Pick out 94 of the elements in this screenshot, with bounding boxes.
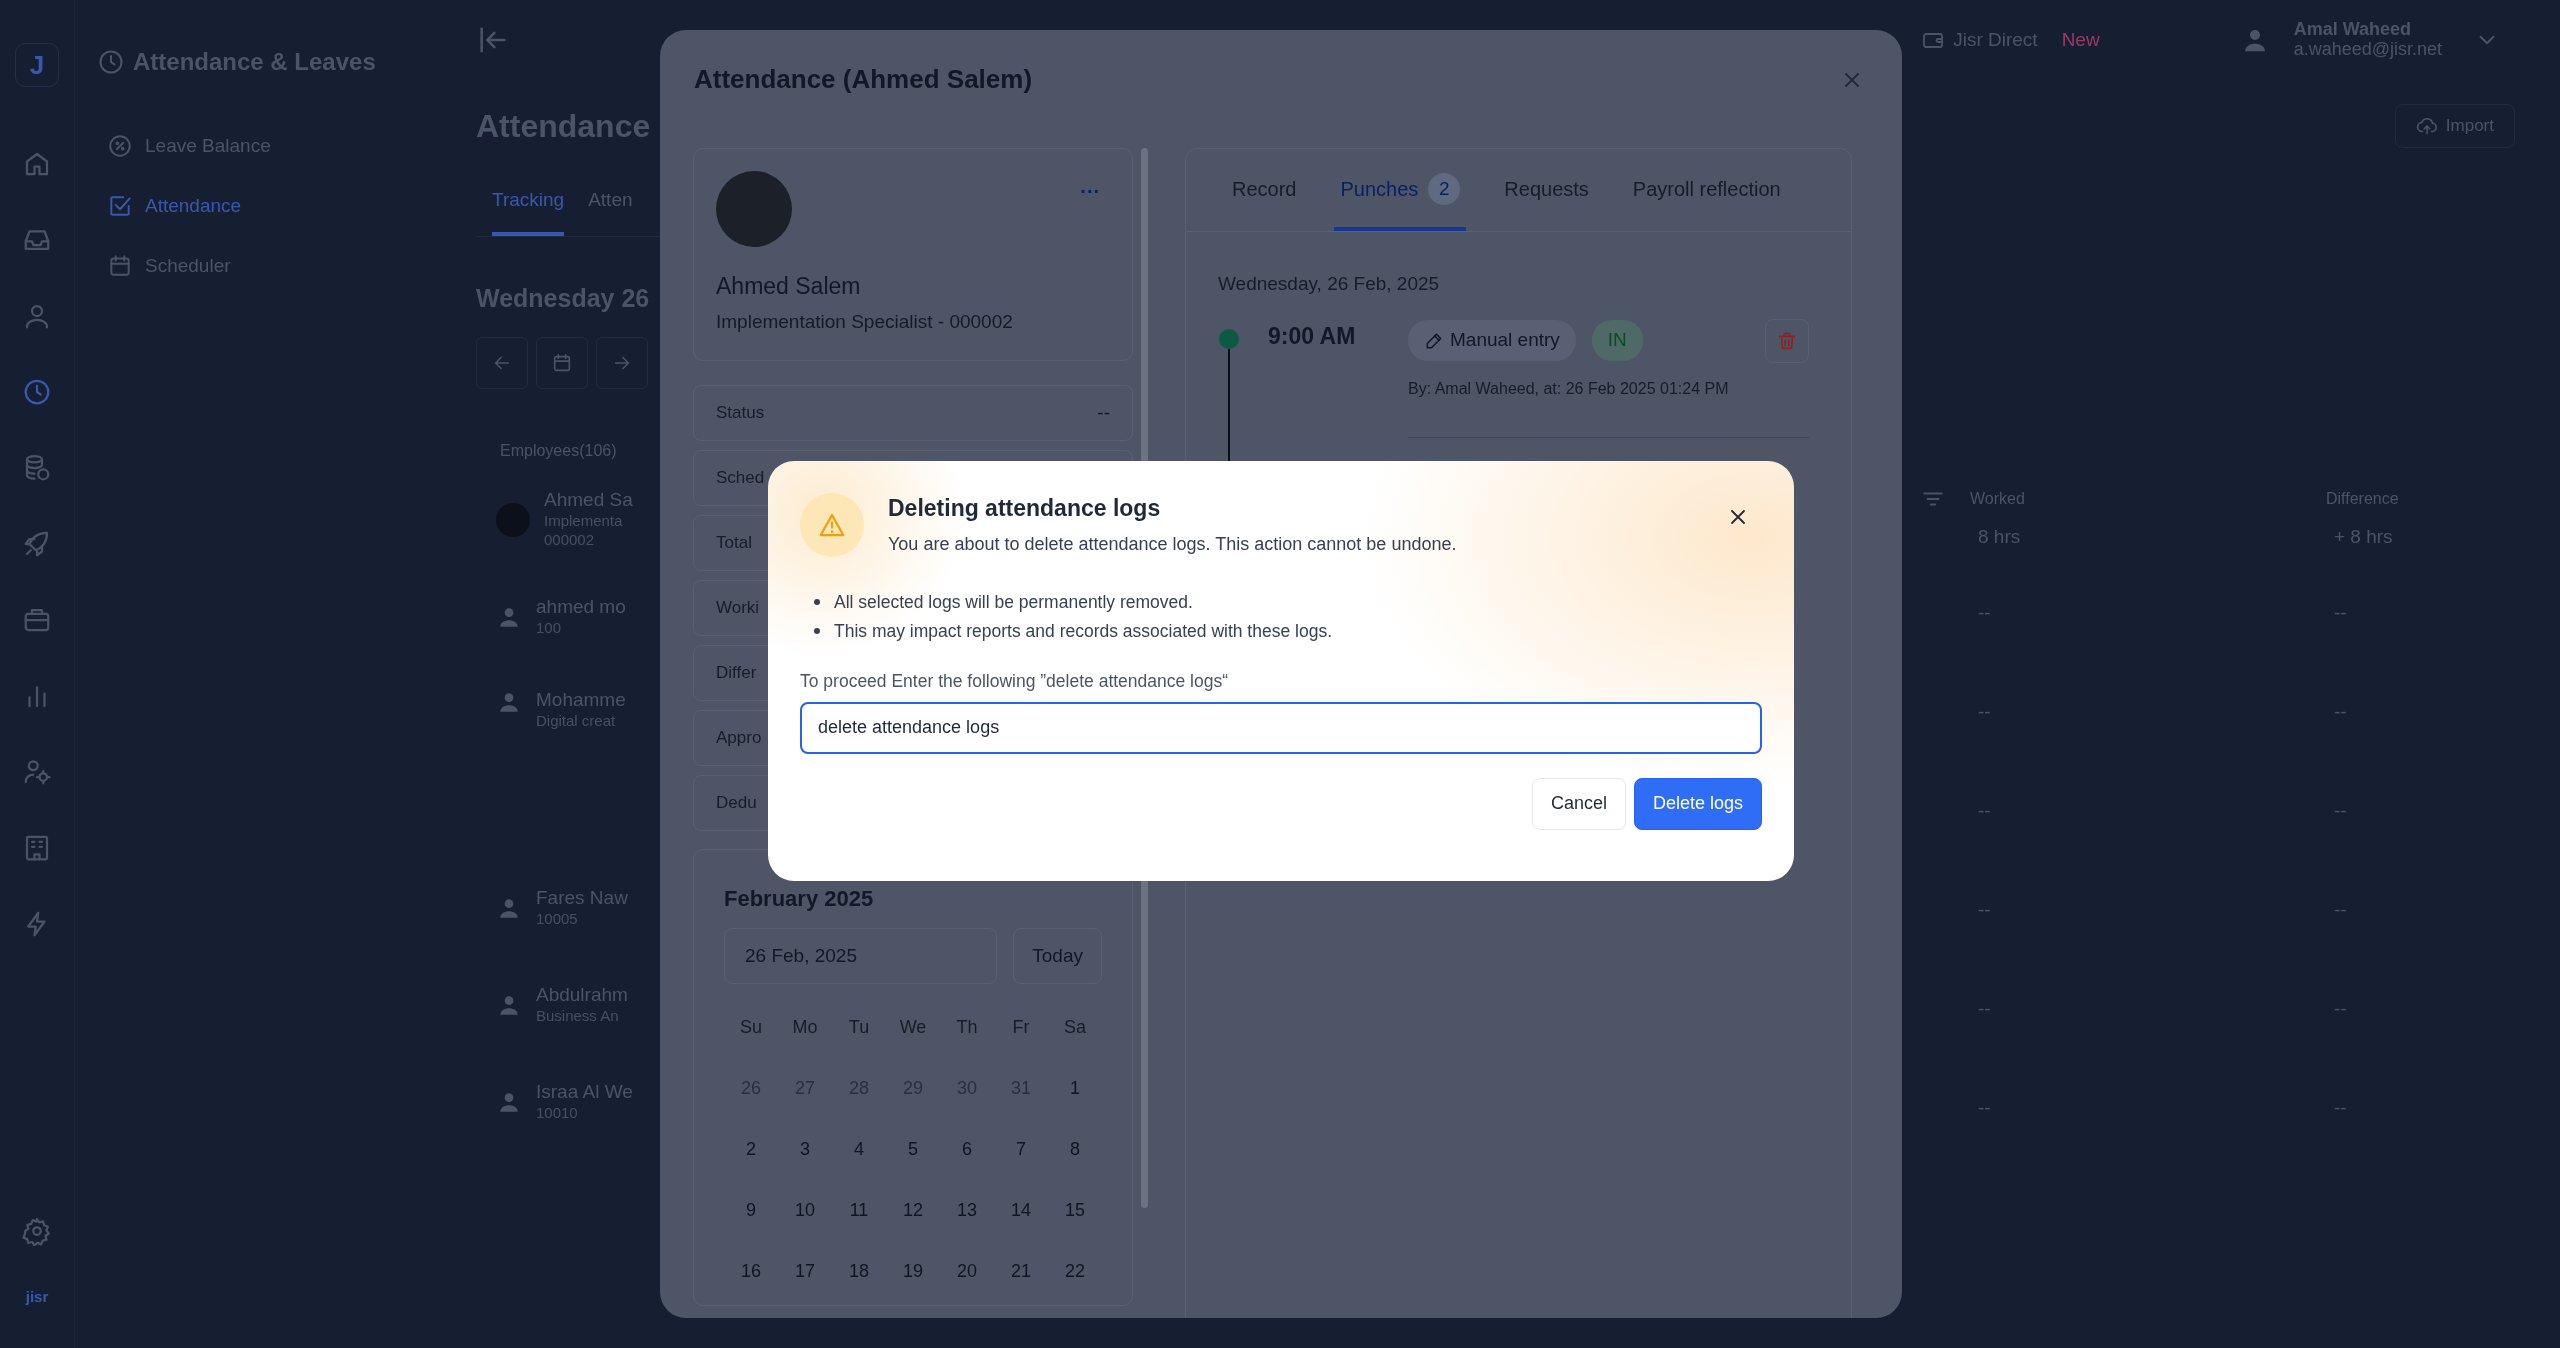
tab[interactable]: Requests [1498,149,1595,231]
stat-value: -- [1097,400,1110,425]
previous-day-button[interactable] [476,337,528,389]
calendar-day[interactable]: 6 [940,1136,994,1164]
new-label: New [2061,27,2100,52]
clock-icon [97,48,125,76]
calendar-day[interactable]: 1 [1048,1075,1102,1103]
table-cell-text: -- [2334,1095,2347,1120]
direction-badge: IN [1591,320,1643,361]
cancel-button[interactable]: Cancel [1531,777,1626,830]
weekday-label: Su [739,1016,763,1040]
entry-meta: By: Amal Waheed, at: 26 Feb 2025 01:24 PM [1408,376,1809,438]
calendar-day[interactable]: 9 [724,1197,778,1225]
stat-label: Total [716,532,752,555]
calendar-day[interactable]: 21 [994,1258,1048,1286]
stat-label: Sched [716,467,765,490]
table-cell-text: -- [1978,996,1992,1021]
tab[interactable]: Tracking [492,171,565,236]
confirmation-input[interactable]: delete attendance logs [800,701,1762,754]
calendar-day[interactable]: 14 [994,1197,1048,1225]
person-gear-icon[interactable] [22,757,52,787]
calendar-day[interactable]: 15 [1048,1197,1102,1225]
calendar-day[interactable]: 7 [994,1136,1048,1164]
more-button[interactable]: ... [1070,171,1110,201]
calendar-day[interactable]: 2 [724,1136,778,1164]
date-label: Wednesday, 26 Feb, 2025 [1218,272,1441,296]
calendar-icon [551,352,573,374]
date-field[interactable]: 26 Feb, 2025 [724,928,998,985]
table-cell-text: -- [1978,1095,1992,1120]
bullet-dot [814,599,820,606]
stat-label: Appro [716,727,762,750]
employee-name: Ahmed Salem [716,272,862,301]
dialog-message: You are about to delete attendance logs. This action cannot be undone. [888,532,1457,556]
calendar-day[interactable]: 20 [940,1258,994,1286]
today-button[interactable]: Today [1013,928,1102,985]
calendar-icon [107,253,133,279]
weekday-label: Sa [1063,1016,1087,1040]
source-label: Manual entry [1450,328,1560,353]
delete-button[interactable] [1765,318,1809,363]
tab[interactable]: Punches 2 [1334,149,1467,231]
calendar-day[interactable]: 5 [886,1136,940,1164]
weekday-label: Mo [791,1016,819,1040]
bullet-text: This may impact reports and records associated with these logs. [834,619,1332,643]
stat-label: Dedu [716,792,757,815]
table-cell-text: -- [1978,699,1992,724]
stat-label: Worki [716,597,760,620]
calendar-day[interactable]: 8 [1048,1136,1102,1164]
tab[interactable]: Record [1226,149,1303,231]
settings-icon[interactable] [22,1215,52,1246]
dialog-title: Deleting attendance logs [888,495,1162,523]
bullet-text: All selected logs will be permanently removed. [834,590,1193,614]
table-cell-text: -- [2334,699,2347,724]
calendar-day[interactable]: 18 [832,1258,886,1286]
calendar-title: February 2025 [724,886,875,913]
table-cell-text: -- [2334,600,2347,625]
stat-label: Differ [716,662,757,685]
calendar-day[interactable]: 13 [940,1197,994,1225]
percent-icon [107,133,133,159]
table-cell-text: -- [2334,798,2347,823]
calendar-day[interactable]: 22 [1048,1258,1102,1286]
calendar-day[interactable]: 11 [832,1197,886,1225]
calendar-day[interactable]: 19 [886,1258,940,1286]
timeline-dot [1219,328,1239,349]
brand-logo: jisr [25,1286,49,1307]
calendar-day[interactable]: 17 [778,1258,832,1286]
weekday-label: Fr [1011,1016,1031,1040]
table-cell-text: -- [1978,600,1992,625]
next-day-button[interactable] [596,337,648,389]
logo: J [15,43,59,87]
table-cell-text: -- [1978,897,1992,922]
employee-title: Implementation Specialist - 000002 [716,309,1014,334]
tab[interactable]: Payroll reflection [1626,149,1787,231]
table-cell-text: -- [2334,996,2347,1021]
sidebar-item[interactable]: Attendance [97,188,450,224]
weekday-label: We [898,1016,928,1040]
calendar-button[interactable] [536,337,588,389]
stat-label: Status [716,402,765,425]
field-label: To proceed Enter the following ”delete attendance logs“ [800,669,1230,693]
bullet-dot [814,628,820,635]
weekday-label: Th [955,1016,979,1040]
table-cell-text: -- [1978,798,1992,823]
checkbox-icon [107,193,133,219]
modal-title: Attendance (Ahmed Salem) [694,64,1033,96]
calendar-day[interactable]: 12 [886,1197,940,1225]
count-badge: 2 [1428,173,1461,205]
clock-icon[interactable] [22,377,52,407]
calendar-day[interactable]: 4 [832,1136,886,1164]
calendar-day[interactable]: 10 [778,1197,832,1225]
calendar-day[interactable]: 16 [724,1258,778,1286]
weekday-label: Tu [847,1016,871,1040]
table-cell-text: -- [2334,897,2347,922]
delete-logs-button[interactable]: Delete logs [1633,777,1762,830]
calendar-day[interactable]: 3 [778,1136,832,1164]
punch-time: 9:00 AM [1268,321,1357,351]
